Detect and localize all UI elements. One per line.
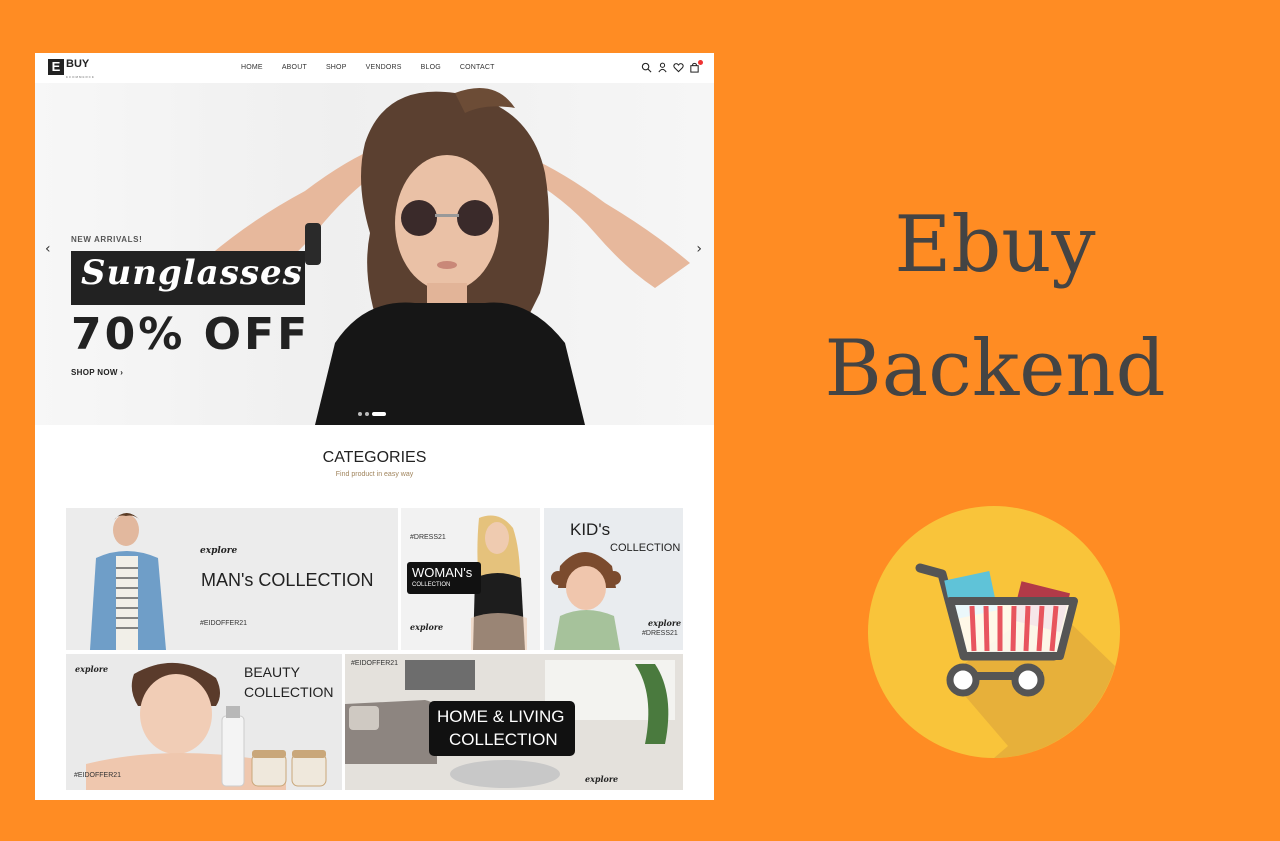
top-navbar: E BUY ECOMMERCE HOME ABOUT SHOP VENDORS … bbox=[35, 53, 714, 83]
slider-dot-3[interactable] bbox=[372, 412, 386, 416]
nav-blog[interactable]: BLOG bbox=[421, 64, 441, 71]
hero-promo-word: Sunglasses bbox=[81, 253, 303, 293]
hero-slider: ‹ › NEW ARRIVALS! Sunglasses 70% OFF SHO… bbox=[35, 83, 714, 425]
slider-prev-button[interactable]: ‹ bbox=[45, 241, 51, 257]
categories-title: CATEGORIES bbox=[322, 449, 427, 466]
hero-kicker: NEW ARRIVALS! bbox=[71, 235, 143, 244]
beauty-subtitle: COLLECTION bbox=[244, 684, 334, 700]
main-menu: HOME ABOUT SHOP VENDORS BLOG CONTACT bbox=[241, 64, 514, 71]
category-women[interactable]: #DRESS21 WOMAN's COLLECTION explore bbox=[401, 508, 540, 650]
nav-home[interactable]: HOME bbox=[241, 64, 263, 71]
shopping-cart-icon bbox=[868, 506, 1120, 758]
hero-discount: 70% OFF bbox=[71, 309, 311, 360]
home-subtitle: COLLECTION bbox=[449, 730, 558, 749]
men-title: MAN's COLLECTION bbox=[201, 570, 374, 590]
women-explore-text: explore bbox=[410, 622, 444, 632]
shop-now-link[interactable]: SHOP NOW › bbox=[71, 368, 123, 377]
nav-icons bbox=[641, 60, 703, 73]
nav-shop[interactable]: SHOP bbox=[326, 64, 347, 71]
beauty-model-image bbox=[86, 662, 327, 790]
website-screenshot: E BUY ECOMMERCE HOME ABOUT SHOP VENDORS … bbox=[35, 53, 714, 800]
slider-next-button[interactable]: › bbox=[696, 241, 702, 257]
category-beauty[interactable]: explore BEAUTY COLLECTION #EIDOFFER21 bbox=[66, 654, 342, 790]
category-home-living[interactable]: #EIDOFFER21 HOME & LIVING COLLECTION exp… bbox=[345, 654, 683, 790]
user-icon[interactable] bbox=[657, 62, 668, 73]
banner-line-2: Backend bbox=[824, 324, 1166, 414]
category-kids[interactable]: KID's COLLECTION explore #DRESS21 bbox=[544, 508, 683, 650]
beauty-title: BEAUTY bbox=[244, 664, 301, 680]
nav-contact[interactable]: CONTACT bbox=[460, 64, 495, 71]
nav-vendors[interactable]: VENDORS bbox=[366, 64, 402, 71]
kids-title: KID's bbox=[570, 520, 611, 539]
beauty-tag: #EIDOFFER21 bbox=[74, 772, 122, 779]
beauty-explore-text: explore bbox=[75, 664, 109, 674]
women-subtitle: COLLECTION bbox=[412, 582, 451, 588]
men-explore-text: explore bbox=[200, 546, 238, 556]
logo-tagline: ECOMMERCE bbox=[66, 75, 95, 79]
women-badge: WOMAN's COLLECTION bbox=[407, 562, 481, 594]
slider-dot-1[interactable] bbox=[358, 412, 362, 416]
kids-tag: #DRESS21 bbox=[642, 630, 678, 637]
nav-about[interactable]: ABOUT bbox=[282, 64, 307, 71]
home-explore-text: explore bbox=[585, 774, 619, 784]
heart-icon[interactable] bbox=[673, 62, 684, 73]
men-model-image bbox=[90, 513, 166, 650]
kids-model-image bbox=[551, 552, 621, 650]
logo[interactable]: E BUY ECOMMERCE bbox=[48, 59, 95, 83]
women-tag: #DRESS21 bbox=[410, 534, 446, 541]
home-badge: HOME & LIVING COLLECTION bbox=[429, 701, 575, 756]
slider-dots bbox=[358, 412, 386, 416]
cart-count-badge bbox=[698, 60, 703, 65]
logo-mark: E bbox=[48, 59, 64, 75]
search-icon[interactable] bbox=[641, 62, 652, 73]
categories-subtitle: Find product in easy way bbox=[335, 471, 414, 478]
kids-explore-text: explore bbox=[648, 618, 682, 628]
banner-line-1: Ebuy bbox=[894, 200, 1096, 290]
slider-dot-2[interactable] bbox=[365, 412, 369, 416]
category-men[interactable]: explore MAN's COLLECTION #EIDOFFER21 bbox=[66, 508, 398, 650]
women-title: WOMAN's bbox=[412, 565, 473, 580]
men-tag: #EIDOFFER21 bbox=[200, 620, 248, 627]
home-title: HOME & LIVING bbox=[437, 707, 565, 726]
home-tag: #EIDOFFER21 bbox=[351, 660, 399, 667]
kids-subtitle: COLLECTION bbox=[610, 542, 681, 554]
logo-name: BUY bbox=[66, 58, 90, 70]
